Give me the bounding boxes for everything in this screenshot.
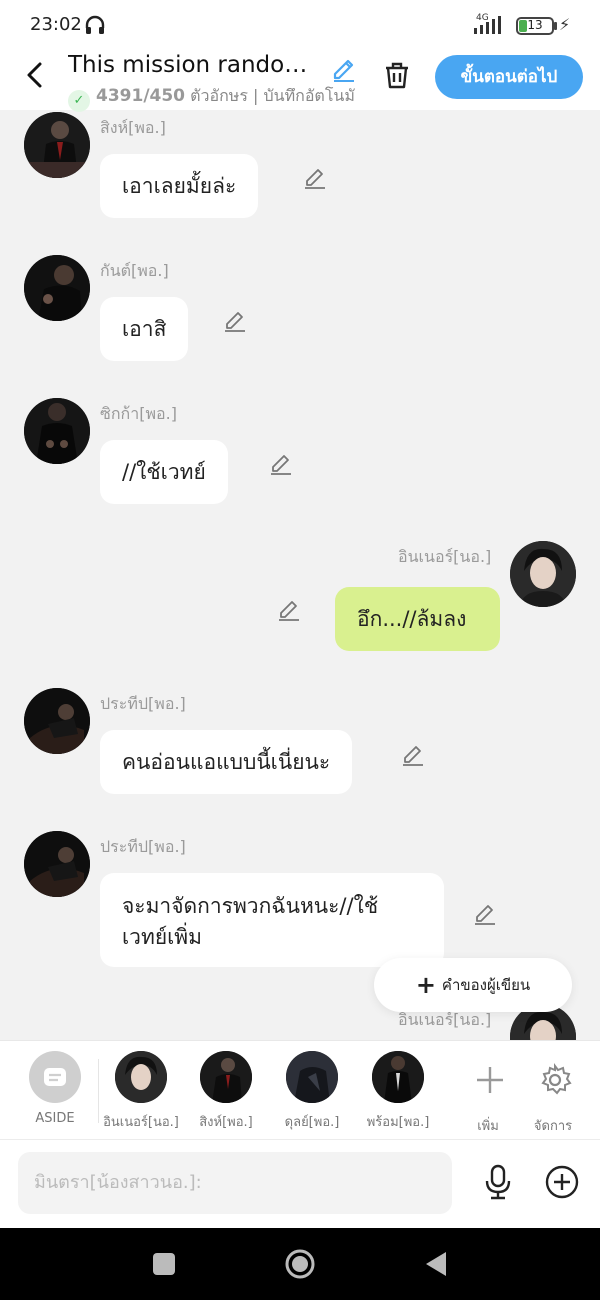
check-icon: ✓ (68, 90, 90, 112)
back-button[interactable] (424, 1250, 448, 1278)
avatar[interactable] (510, 541, 576, 607)
character-name: พร้อม[พอ.] (366, 1115, 430, 1130)
character-item[interactable]: ดุลย์[พอ.] (272, 1051, 352, 1132)
next-step-button[interactable]: ขั้นตอนต่อไป (435, 55, 583, 99)
message-input[interactable]: มินตรา[น้องสาวนอ.]: (18, 1152, 452, 1214)
character-count-line: ✓ 4391/450 ตัวอักษร | บันทึกอัตโนมั (68, 84, 355, 112)
story-title[interactable]: This mission randomly... (68, 52, 320, 78)
avatar[interactable] (24, 398, 90, 464)
pencil-icon[interactable] (400, 741, 426, 767)
manage-characters-button[interactable]: จัดการ (525, 1051, 581, 1136)
signal-icon (474, 16, 501, 34)
add-author-note-button[interactable]: + คำของผู้เขียน (374, 958, 572, 1012)
add-circle-icon[interactable] (545, 1165, 579, 1199)
speaker-name: ประทีป[พอ.] (100, 837, 186, 856)
character-avatar (200, 1051, 252, 1103)
manage-characters-label: จัดการ (533, 1119, 573, 1134)
system-navigation-bar (0, 1228, 600, 1300)
character-name: อินเนอร์[นอ.] (103, 1115, 179, 1130)
message-bubble[interactable]: //ใช้เวทย์ (100, 440, 228, 504)
speaker-name: ซิกก้า[พอ.] (100, 404, 177, 423)
charging-icon: ⚡ (559, 15, 571, 34)
avatar[interactable] (24, 255, 90, 321)
message-bubble[interactable]: เอาเลยมั้ยล่ะ (100, 154, 259, 218)
speaker-name: อินเนอร์[นอ.] (398, 547, 492, 566)
pencil-icon[interactable] (268, 450, 294, 476)
character-name: ดุลย์[พอ.] (284, 1115, 340, 1130)
avatar[interactable] (24, 112, 90, 178)
speaker-name: ประทีป[พอ.] (100, 694, 186, 713)
character-aside[interactable]: ASIDE (20, 1051, 90, 1126)
avatar[interactable] (24, 688, 90, 754)
back-arrow-icon[interactable] (22, 60, 48, 90)
pencil-icon[interactable] (472, 900, 498, 926)
plus-icon (477, 1067, 503, 1093)
character-count: 4391/450 (96, 86, 186, 106)
message-bubble[interactable]: เอาสิ (100, 297, 189, 361)
message-bubble-mine[interactable]: อึก...//ล้มลง (335, 587, 500, 651)
character-avatar (115, 1051, 167, 1103)
edit-title-icon[interactable] (330, 54, 358, 82)
pencil-icon[interactable] (222, 307, 248, 333)
character-item[interactable]: สิงห์[พอ.] (186, 1051, 266, 1132)
character-avatar (372, 1051, 424, 1103)
status-time: 23:02 (30, 14, 82, 35)
add-character-label: เพิ่ม (477, 1119, 499, 1134)
headphone-icon (85, 15, 105, 34)
add-character-button[interactable]: เพิ่ม (460, 1051, 516, 1136)
character-name: ASIDE (35, 1111, 75, 1126)
home-button[interactable] (284, 1248, 316, 1280)
trash-icon[interactable] (382, 60, 412, 90)
character-avatar (286, 1051, 338, 1103)
character-bar: ASIDE อินเนอร์[นอ.] สิงห์[พอ.] ดุลย์[พอ.… (0, 1040, 600, 1140)
gear-icon (541, 1063, 572, 1095)
battery-icon: 13 (516, 17, 554, 35)
recent-apps-button[interactable] (153, 1253, 175, 1275)
message-bubble[interactable]: คนอ่อนแอแบบนี้เนี่ยนะ (100, 730, 353, 794)
plus-icon: + (415, 971, 436, 999)
add-author-note-label: คำของผู้เขียน (441, 976, 531, 994)
header: This mission randomly... ✓ 4391/450 ตัวอั… (0, 52, 600, 112)
message-bubble[interactable]: จะมาจัดการพวกฉันหนะ//ใช้เวทย์เพิ่ม (100, 873, 444, 967)
input-bar: มินตรา[น้องสาวนอ.]: (0, 1140, 600, 1228)
chat-area: สิงห์[พอ.] เอาเลยมั้ยล่ะ กันต์[พอ.] เอาส… (0, 110, 600, 1040)
speaker-name: กันต์[พอ.] (100, 261, 169, 280)
character-item[interactable]: พร้อม[พอ.] (358, 1051, 438, 1132)
pencil-icon[interactable] (302, 164, 328, 190)
microphone-icon[interactable] (482, 1164, 514, 1200)
aside-icon (29, 1051, 81, 1103)
status-bar: 23:02 4G 13 ⚡ (0, 0, 600, 52)
battery-level: 13 (527, 18, 543, 32)
character-name: สิงห์[พอ.] (199, 1115, 253, 1130)
speaker-name: สิงห์[พอ.] (100, 118, 166, 137)
character-item[interactable]: อินเนอร์[นอ.] (100, 1051, 182, 1132)
avatar[interactable] (24, 831, 90, 897)
pencil-icon[interactable] (276, 596, 302, 622)
autosave-meta: ตัวอักษร | บันทึกอัตโนมั (190, 86, 355, 105)
